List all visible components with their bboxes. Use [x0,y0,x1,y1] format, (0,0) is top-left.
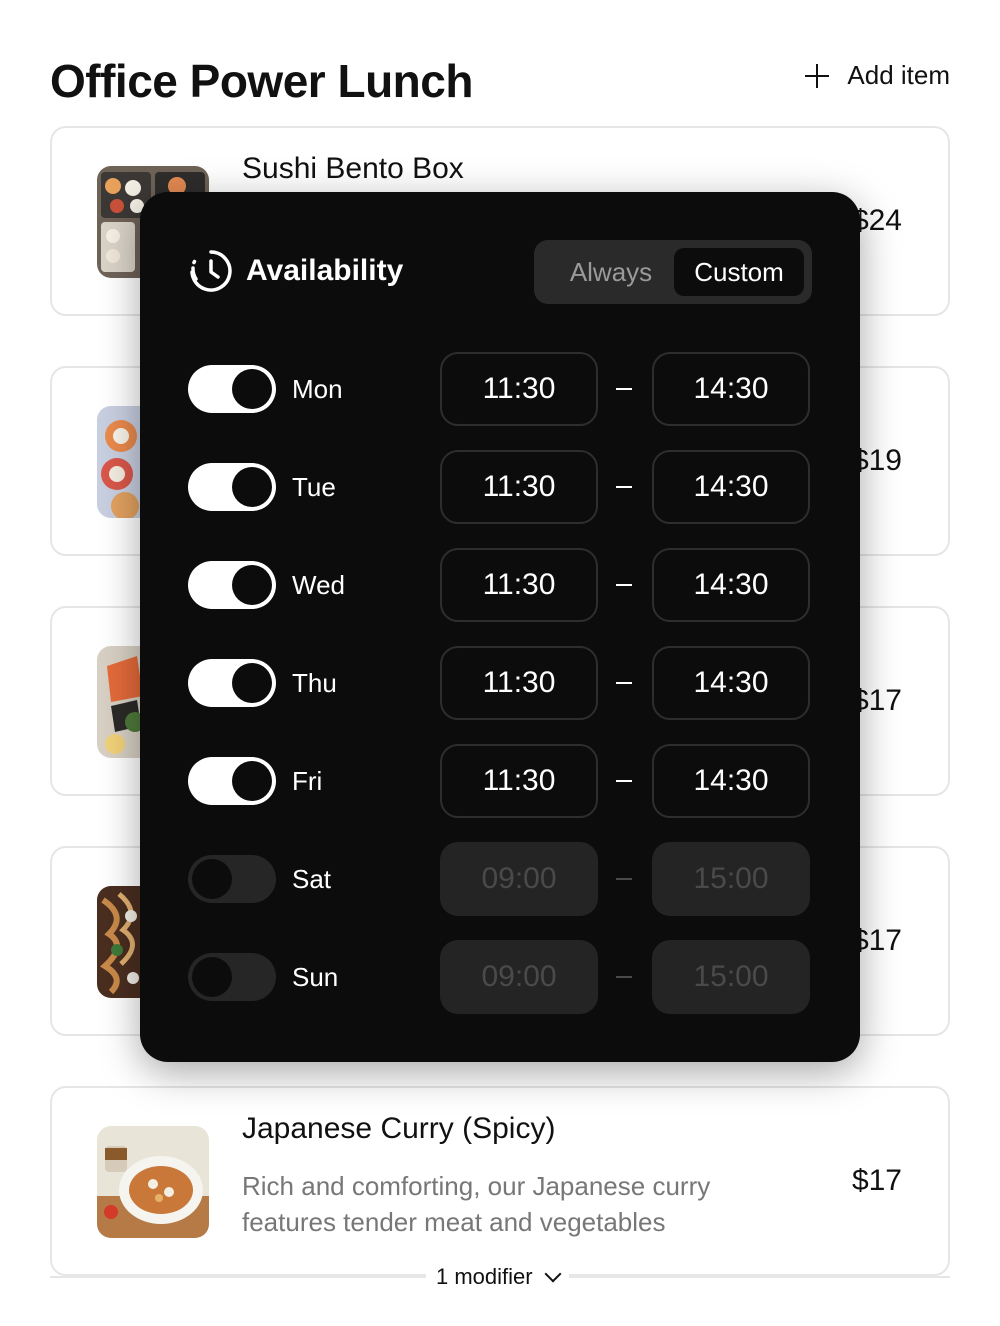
mode-always-option[interactable]: Always [548,248,674,296]
time-range-separator [616,976,632,978]
day-toggle[interactable] [188,757,276,805]
toggle-knob [232,565,272,605]
toggle-knob [232,761,272,801]
day-label: Mon [292,374,343,404]
toggle-knob [232,369,272,409]
time-range-separator [616,486,632,488]
end-time-input[interactable]: 14:30 [652,646,810,720]
start-time-input[interactable]: 11:30 [440,352,598,426]
chevron-down-icon [544,1265,562,1283]
end-time-input[interactable]: 15:00 [652,842,810,916]
modifier-toggle[interactable]: 1 modifier [426,1264,569,1290]
add-item-label: Add item [847,60,950,90]
availability-header: Availability [188,248,403,294]
toggle-knob [232,467,272,507]
day-row-fri: Fri 11:30 14:30 [188,744,812,818]
day-toggle[interactable] [188,659,276,707]
curry-image-icon [97,1126,209,1238]
day-label: Wed [292,570,345,600]
clock-icon [190,250,232,292]
day-label: Sat [292,864,332,894]
day-label: Fri [292,766,323,796]
day-row-mon: Mon 11:30 14:30 [188,352,812,426]
start-time-input[interactable]: 11:30 [440,646,598,720]
day-toggle[interactable] [188,463,276,511]
toggle-knob [232,663,272,703]
availability-title: Availability [246,254,404,287]
time-range-separator [616,780,632,782]
start-time-input[interactable]: 11:30 [440,450,598,524]
page-header: Office Power Lunch Add item [50,50,950,110]
modifier-row: 1 modifier [50,1262,950,1292]
add-item-button[interactable]: Add item [805,60,950,91]
day-label: Tue [292,472,336,502]
menu-item-card[interactable]: Japanese Curry (Spicy) Rich and comforti… [50,1086,950,1276]
day-row-wed: Wed 11:30 14:30 [188,548,812,622]
page-title: Office Power Lunch [50,55,473,107]
end-time-input[interactable]: 15:00 [652,940,810,1014]
availability-mode-switch: Always Custom [534,240,812,304]
day-row-sat: Sat 09:00 15:00 [188,842,812,916]
time-range-separator [616,682,632,684]
end-time-input[interactable]: 14:30 [652,352,810,426]
end-time-input[interactable]: 14:30 [652,548,810,622]
day-toggle[interactable] [188,953,276,1001]
plus-icon [805,63,830,88]
item-price: $17 [851,1164,902,1197]
time-range-separator [616,878,632,880]
day-toggle[interactable] [188,365,276,413]
start-time-input[interactable]: 09:00 [440,940,598,1014]
item-name: Japanese Curry (Spicy) [242,1112,556,1145]
day-label: Sun [292,962,339,992]
day-row-sun: Sun 09:00 15:00 [188,940,812,1014]
day-label: Thu [292,668,337,698]
day-toggle[interactable] [188,561,276,609]
start-time-input[interactable]: 11:30 [440,744,598,818]
day-toggle[interactable] [188,855,276,903]
start-time-input[interactable]: 09:00 [440,842,598,916]
time-range-separator [616,388,632,390]
end-time-input[interactable]: 14:30 [652,450,810,524]
end-time-input[interactable]: 14:30 [652,744,810,818]
item-thumbnail [97,1126,209,1238]
availability-popover: Availability Always Custom Mon 11:30 14:30… [140,192,860,1062]
start-time-input[interactable]: 11:30 [440,548,598,622]
day-row-tue: Tue 11:30 14:30 [188,450,812,524]
mode-custom-option[interactable]: Custom [674,248,804,296]
day-row-thu: Thu 11:30 14:30 [188,646,812,720]
item-name: Sushi Bento Box [242,152,464,185]
modifier-label: 1 modifier [436,1264,533,1289]
item-description: Rich and comforting, our Japanese curry … [242,1171,711,1237]
toggle-knob [192,957,232,997]
toggle-knob [192,859,232,899]
time-range-separator [616,584,632,586]
